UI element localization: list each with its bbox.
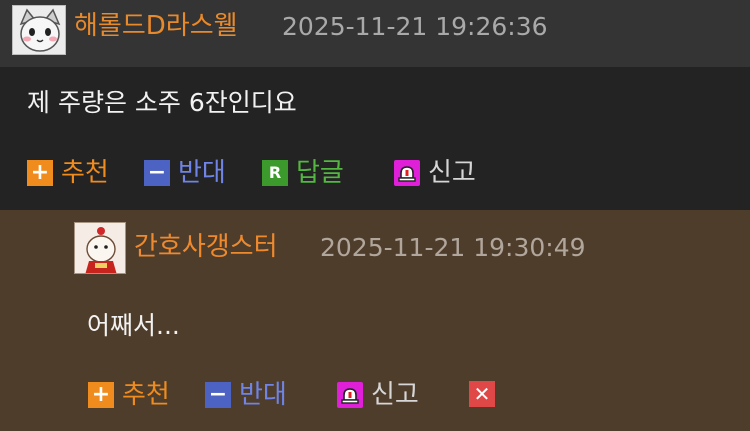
reply-icon: R — [262, 160, 288, 186]
recommend-label: 추천 — [61, 158, 109, 188]
oppose-button[interactable]: − 반대 — [144, 156, 226, 190]
report-label: 신고 — [371, 380, 419, 410]
delete-button[interactable]: ✕ — [469, 381, 503, 407]
comment-author[interactable]: 해롤드D라스웰 — [74, 9, 238, 43]
recommend-label: 추천 — [122, 380, 170, 410]
report-label: 신고 — [428, 158, 476, 188]
comment-date: 2025-11-21 19:26:36 — [282, 12, 548, 41]
oppose-label: 반대 — [239, 380, 287, 410]
oppose-label: 반대 — [178, 158, 226, 188]
reply-author[interactable]: 간호사갱스터 — [134, 230, 278, 264]
nurse-avatar-icon — [75, 223, 125, 273]
reply-oppose-button[interactable]: − 반대 — [205, 378, 287, 412]
plus-icon: + — [27, 160, 53, 186]
reply-avatar[interactable] — [74, 222, 126, 274]
reply-recommend-button[interactable]: + 추천 — [88, 378, 170, 412]
minus-icon: − — [144, 160, 170, 186]
recommend-button[interactable]: + 추천 — [27, 156, 109, 190]
siren-icon — [337, 382, 363, 408]
reply-report-button[interactable]: 신고 — [337, 378, 419, 412]
report-button[interactable]: 신고 — [394, 156, 476, 190]
siren-icon — [394, 160, 420, 186]
plus-icon: + — [88, 382, 114, 408]
comment-text: 제 주량은 소주 6잔인디요 — [27, 88, 297, 117]
avatar[interactable] — [12, 5, 66, 55]
reply-text: 어째서... — [87, 311, 180, 340]
reply-label: 답글 — [296, 158, 344, 188]
minus-icon: − — [205, 382, 231, 408]
cat-avatar-icon — [13, 6, 65, 54]
reply-button[interactable]: R 답글 — [262, 156, 344, 190]
close-icon: ✕ — [469, 381, 495, 407]
reply-date: 2025-11-21 19:30:49 — [320, 233, 586, 262]
